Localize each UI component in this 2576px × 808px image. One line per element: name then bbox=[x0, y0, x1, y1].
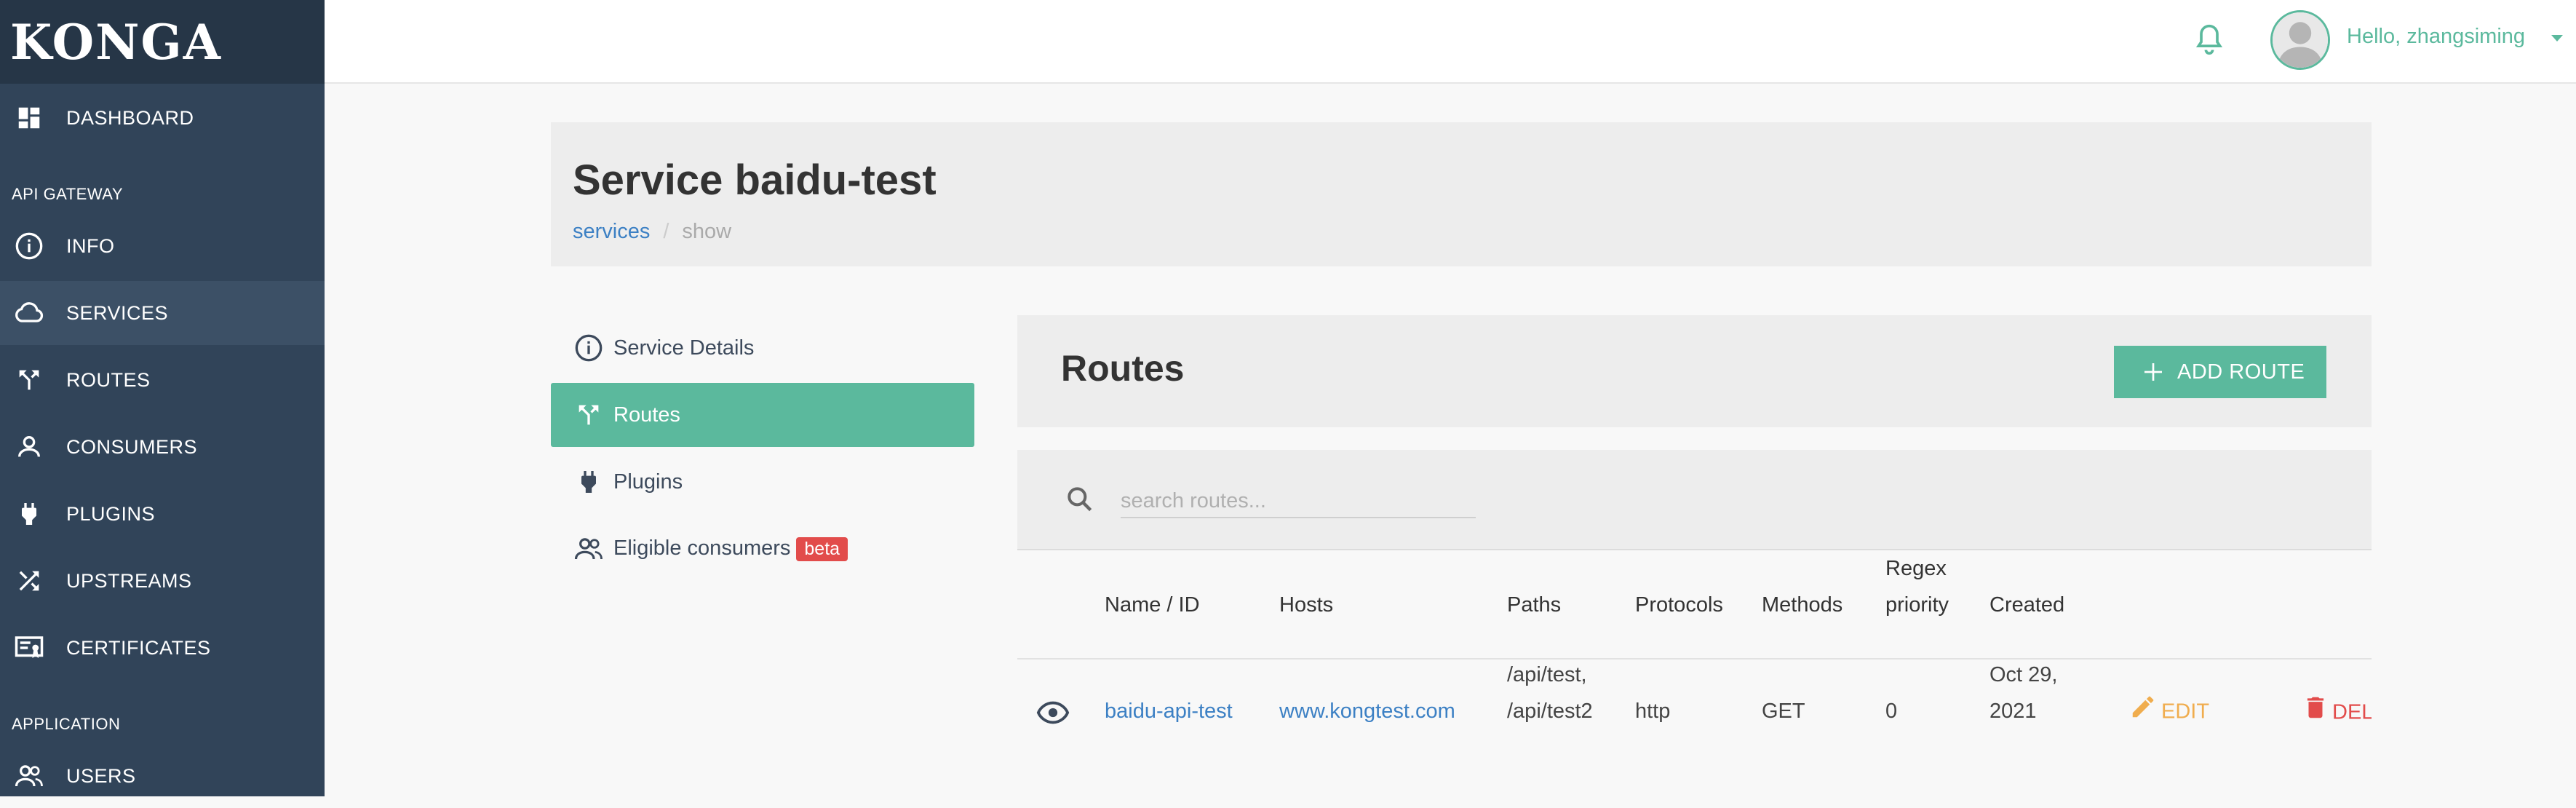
edit-button[interactable]: EDIT bbox=[2129, 693, 2209, 732]
column-header-methods: Methods bbox=[1762, 593, 1843, 617]
route-regex-priority: 0 bbox=[1885, 700, 1898, 723]
sidebar: KONGA DASHBOARD API GATEWAY INFO SERVICE… bbox=[0, 0, 325, 796]
dashboard-icon bbox=[13, 102, 45, 134]
pencil-icon bbox=[2129, 693, 2157, 732]
route-path: /api/test, bbox=[1507, 663, 1587, 686]
logo[interactable]: KONGA bbox=[0, 0, 325, 84]
delete-label: DELETE bbox=[2332, 700, 2372, 724]
plug-icon bbox=[13, 498, 45, 530]
sidebar-item-dashboard[interactable]: DASHBOARD bbox=[0, 86, 325, 150]
info-icon bbox=[13, 230, 45, 262]
menu-item-plugins[interactable]: Plugins bbox=[551, 450, 974, 514]
column-header-paths: Paths bbox=[1507, 593, 1562, 617]
users-icon bbox=[13, 760, 45, 792]
edit-label: EDIT bbox=[2161, 700, 2210, 724]
column-header-created: Created bbox=[1989, 593, 2065, 617]
logo-text: KONGA bbox=[10, 13, 222, 71]
route-name-link[interactable]: baidu-api-test bbox=[1105, 693, 1233, 729]
search-input[interactable] bbox=[1121, 485, 1476, 518]
menu-item-label: Plugins bbox=[613, 470, 683, 494]
route-protocols: http bbox=[1635, 700, 1671, 723]
bell-icon[interactable] bbox=[2193, 22, 2225, 57]
table-header: Name / ID Hosts Paths Protocols Methods … bbox=[1017, 552, 2372, 660]
page-header: Service baidu-test services / show bbox=[551, 122, 2372, 266]
person-icon bbox=[13, 431, 45, 463]
certificate-icon bbox=[13, 632, 45, 664]
menu-item-eligible-consumers[interactable]: Eligible consumers beta bbox=[551, 517, 974, 581]
sidebar-item-routes[interactable]: ROUTES bbox=[0, 348, 325, 412]
sidebar-item-plugins[interactable]: PLUGINS bbox=[0, 482, 325, 546]
search-bar bbox=[1017, 450, 2372, 550]
search-icon bbox=[1064, 483, 1096, 515]
user-greeting[interactable]: Hello, zhangsiming bbox=[2347, 25, 2525, 49]
breadcrumb: services / show bbox=[573, 220, 731, 244]
fork-icon bbox=[573, 399, 605, 431]
sidebar-item-consumers[interactable]: CONSUMERS bbox=[0, 415, 325, 479]
route-host-link[interactable]: www.kongtest.com bbox=[1279, 693, 1455, 729]
column-header-priority: priority bbox=[1885, 593, 1949, 617]
menu-item-label: Service Details bbox=[613, 336, 755, 360]
add-route-button[interactable]: ADD ROUTE bbox=[2114, 346, 2326, 398]
fork-icon bbox=[13, 364, 45, 396]
routes-panel-header: Routes ADD ROUTE bbox=[1017, 315, 2372, 427]
route-path: /api/test2 bbox=[1507, 700, 1593, 723]
menu-item-label: Routes bbox=[613, 403, 680, 427]
info-icon bbox=[573, 332, 605, 364]
avatar[interactable] bbox=[2270, 10, 2330, 70]
plus-icon bbox=[2142, 360, 2165, 384]
table-row: baidu-api-test www.kongtest.com /api/tes… bbox=[1017, 660, 2372, 796]
cloud-icon bbox=[13, 297, 45, 329]
sidebar-item-services[interactable]: SERVICES bbox=[0, 281, 325, 345]
users-icon bbox=[573, 533, 605, 565]
column-header-regex: Regex bbox=[1885, 557, 1947, 580]
eye-icon[interactable] bbox=[1036, 696, 1070, 733]
sidebar-item-certificates[interactable]: CERTIFICATES bbox=[0, 616, 325, 680]
chevron-down-icon[interactable] bbox=[2551, 35, 2563, 41]
routes-title: Routes bbox=[1061, 348, 1185, 389]
sidebar-item-label: USERS bbox=[66, 764, 136, 787]
breadcrumb-current: show bbox=[682, 220, 732, 243]
sidebar-item-label: CONSUMERS bbox=[66, 435, 198, 458]
top-bar: Hello, zhangsiming bbox=[325, 0, 2576, 84]
page-title: Service baidu-test bbox=[573, 157, 937, 204]
breadcrumb-link-services[interactable]: services bbox=[573, 220, 650, 243]
sidebar-item-label: PLUGINS bbox=[66, 502, 156, 525]
menu-item-text: Eligible consumers bbox=[613, 536, 791, 561]
route-methods: GET bbox=[1762, 700, 1805, 723]
sidebar-section-api-gateway: API GATEWAY bbox=[12, 185, 124, 203]
breadcrumb-separator: / bbox=[663, 220, 669, 243]
sidebar-item-label: DASHBOARD bbox=[66, 106, 194, 129]
column-header-protocols: Protocols bbox=[1635, 593, 1723, 617]
sidebar-item-label: INFO bbox=[66, 234, 115, 257]
column-header-name: Name / ID bbox=[1105, 593, 1200, 617]
shuffle-icon bbox=[13, 565, 45, 597]
trash-icon bbox=[2302, 693, 2329, 734]
menu-item-service-details[interactable]: Service Details bbox=[551, 316, 974, 380]
sidebar-item-label: SERVICES bbox=[66, 301, 169, 324]
sidebar-item-upstreams[interactable]: UPSTREAMS bbox=[0, 549, 325, 613]
sidebar-item-label: UPSTREAMS bbox=[66, 569, 192, 592]
route-created: Oct 29, bbox=[1989, 663, 2058, 686]
menu-item-label: Eligible consumers beta bbox=[613, 536, 848, 561]
sidebar-item-users[interactable]: USERS bbox=[0, 744, 325, 808]
delete-button[interactable]: DELETE bbox=[2302, 693, 2372, 734]
plug-icon bbox=[573, 466, 605, 498]
sidebar-item-info[interactable]: INFO bbox=[0, 214, 325, 278]
route-created: 2021 bbox=[1989, 700, 2037, 723]
beta-badge: beta bbox=[796, 536, 848, 561]
sidebar-section-application: APPLICATION bbox=[12, 715, 121, 733]
sidebar-item-label: ROUTES bbox=[66, 368, 151, 391]
menu-item-routes[interactable]: Routes bbox=[551, 383, 974, 447]
sidebar-item-label: CERTIFICATES bbox=[66, 636, 211, 659]
column-header-hosts: Hosts bbox=[1279, 593, 1334, 617]
add-route-label: ADD ROUTE bbox=[2177, 360, 2305, 384]
